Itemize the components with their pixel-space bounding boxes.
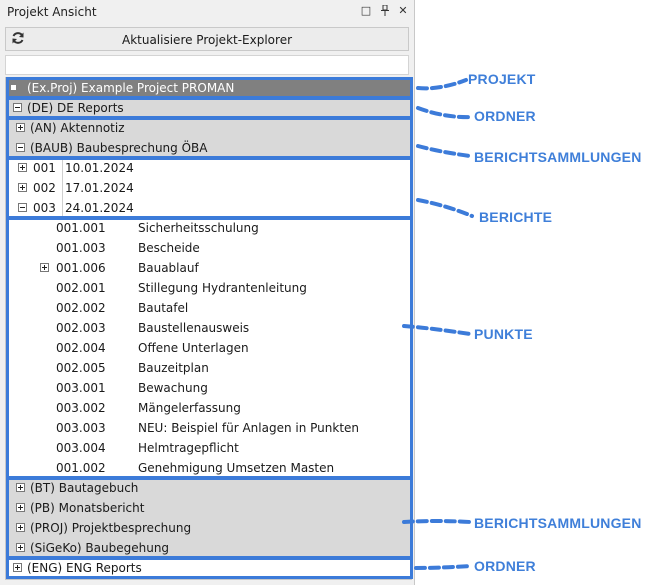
annotation-ordner: ORDNER [474,558,536,574]
annotation-ordner: ORDNER [474,108,536,124]
arrow-punkte [402,324,472,336]
annotation-arrows [402,78,474,570]
arrow-berichte [416,198,474,218]
arrow-berichtsammlungen-1 [416,144,472,158]
arrow-projekt [416,78,468,91]
annotation-berichtsammlungen: BERICHTSAMMLUNGEN [474,515,642,531]
arrow-ordner-1 [416,106,474,120]
annotation-punkte: PUNKTE [474,326,533,342]
arrow-berichtsammlungen-2 [402,519,472,524]
arrow-ordner-2 [414,564,472,570]
annotation-berichte: BERICHTE [479,209,553,225]
annotation-berichtsammlungen: BERICHTSAMMLUNGEN [474,149,642,165]
annotation-projekt: PROJEKT [468,71,536,87]
